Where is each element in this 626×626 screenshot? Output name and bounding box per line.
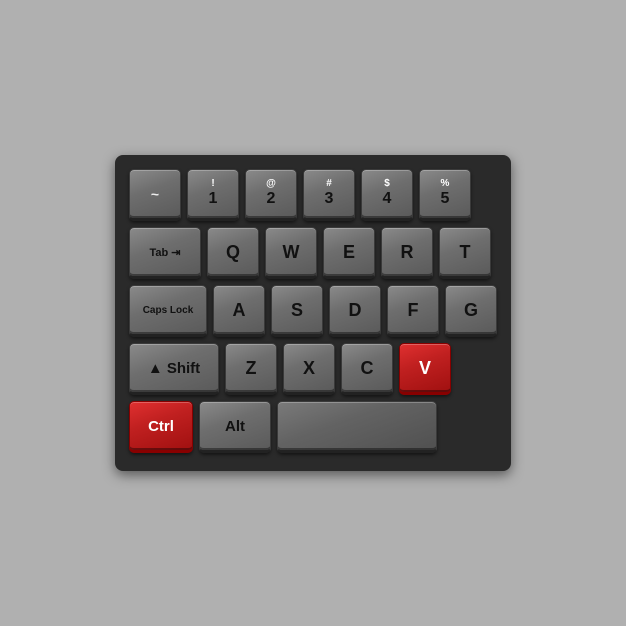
qwerty-row: Tab ⇥ Q W E R T	[129, 227, 497, 279]
key-ctrl[interactable]: Ctrl	[129, 401, 193, 453]
key-w[interactable]: W	[265, 227, 317, 279]
key-c[interactable]: C	[341, 343, 393, 395]
zxcv-row: ▲ Shift Z X C V	[129, 343, 497, 395]
key-a[interactable]: A	[213, 285, 265, 337]
key-alt[interactable]: Alt	[199, 401, 271, 453]
key-e[interactable]: E	[323, 227, 375, 279]
key-f[interactable]: F	[387, 285, 439, 337]
key-tilde[interactable]: ~	[129, 169, 181, 221]
key-3[interactable]: # 3	[303, 169, 355, 221]
key-5[interactable]: % 5	[419, 169, 471, 221]
key-d[interactable]: D	[329, 285, 381, 337]
key-g[interactable]: G	[445, 285, 497, 337]
key-shift[interactable]: ▲ Shift	[129, 343, 219, 395]
key-x[interactable]: X	[283, 343, 335, 395]
key-z[interactable]: Z	[225, 343, 277, 395]
key-1[interactable]: ! 1	[187, 169, 239, 221]
key-4[interactable]: $ 4	[361, 169, 413, 221]
key-caps-lock[interactable]: Caps Lock	[129, 285, 207, 337]
key-v[interactable]: V	[399, 343, 451, 395]
bottom-row: Ctrl Alt	[129, 401, 497, 453]
asdf-row: Caps Lock A S D F G	[129, 285, 497, 337]
key-tab[interactable]: Tab ⇥	[129, 227, 201, 279]
keyboard: ~ ! 1 @ 2 # 3 $ 4	[115, 155, 511, 471]
key-r[interactable]: R	[381, 227, 433, 279]
number-row: ~ ! 1 @ 2 # 3 $ 4	[129, 169, 497, 221]
key-q[interactable]: Q	[207, 227, 259, 279]
key-s[interactable]: S	[271, 285, 323, 337]
key-t[interactable]: T	[439, 227, 491, 279]
key-2[interactable]: @ 2	[245, 169, 297, 221]
key-space[interactable]	[277, 401, 437, 453]
